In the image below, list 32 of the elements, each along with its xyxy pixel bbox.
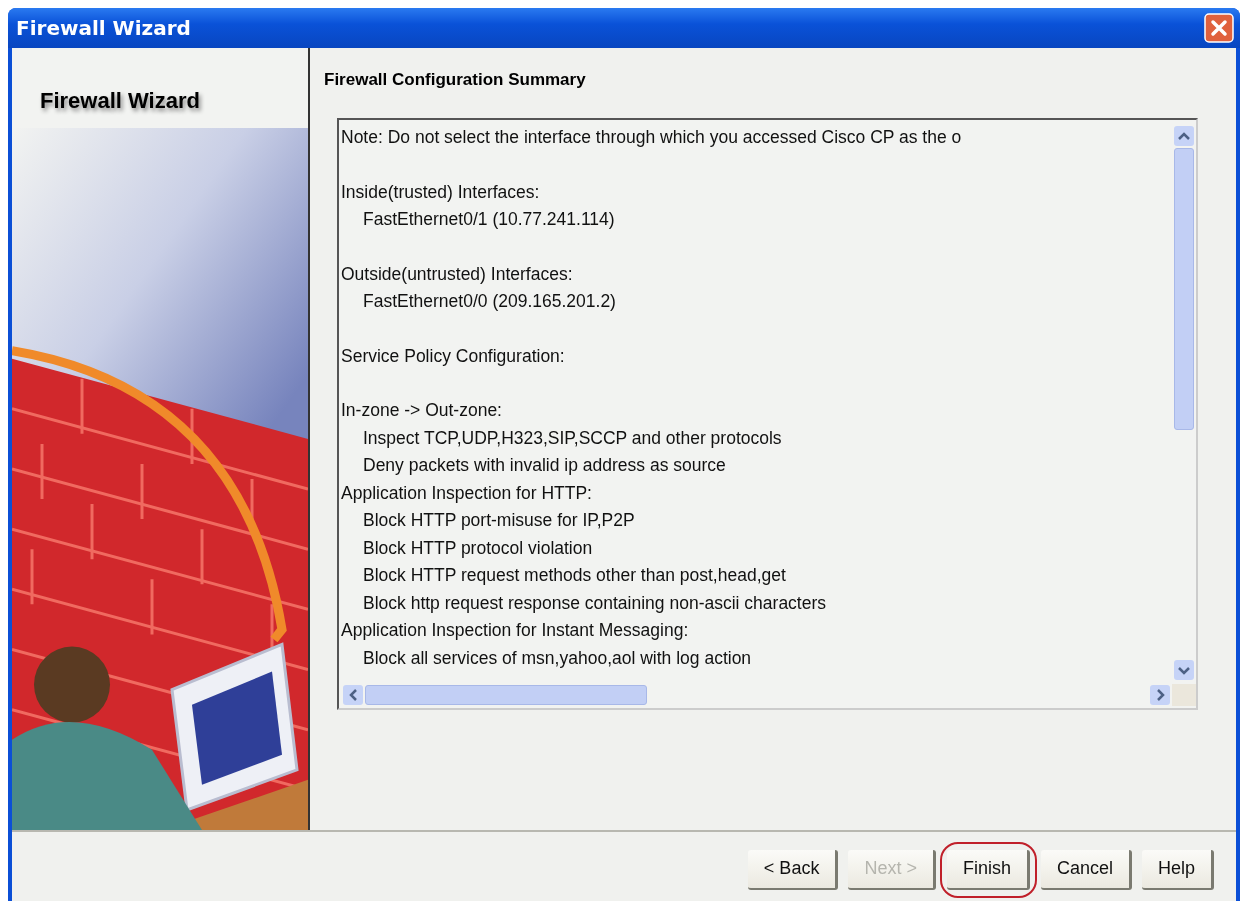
summary-line: Inside(trusted) Interfaces: xyxy=(341,180,541,204)
summary-line: Block HTTP protocol violation xyxy=(362,536,594,560)
sidebar-title: Firewall Wizard xyxy=(39,87,201,115)
summary-line: Service Policy Configuration: xyxy=(341,344,566,368)
summary-line: Application Inspection for HTTP: xyxy=(341,481,593,505)
wizard-button[interactable]: Cancel xyxy=(1040,849,1132,890)
summary-line: FastEthernet0/0 (209.165.201.2) xyxy=(362,290,617,313)
scroll-right-icon[interactable] xyxy=(1150,685,1170,705)
wizard-button[interactable]: Finish xyxy=(946,849,1030,890)
window-title: Firewall Wizard xyxy=(16,16,191,40)
scroll-thumb[interactable] xyxy=(1174,148,1194,430)
summary-line: FastEthernet0/1 (10.77.241.114) xyxy=(362,208,616,231)
scroll-up-icon[interactable] xyxy=(1174,126,1194,146)
summary-line: Application Inspection for Instant Messaging: xyxy=(341,619,690,642)
summary-line: Note: Do not select the interface through which you accessed Cisco CP as the o xyxy=(341,126,963,149)
summary-line: Block HTTP port-misuse for IP,P2P xyxy=(362,509,636,532)
scroll-down-icon[interactable] xyxy=(1174,660,1194,680)
summary-line: Block HTTP request methods other than post,head,get xyxy=(362,564,787,587)
summary-line: Block http request response containing non-ascii characters xyxy=(362,591,828,615)
summary-line: Block all services of msn,yahoo,aol with log action xyxy=(362,646,753,670)
scrollbar-corner xyxy=(1172,684,1196,706)
wizard-button[interactable]: < Back xyxy=(747,849,839,890)
wizard-button[interactable]: Help xyxy=(1141,849,1214,890)
page-title: Firewall Configuration Summary xyxy=(324,70,587,90)
summary-text-area[interactable] xyxy=(337,118,1198,710)
summary-line: In-zone -> Out-zone: xyxy=(341,399,503,422)
scroll-thumb[interactable] xyxy=(365,685,647,705)
close-icon[interactable] xyxy=(1204,13,1234,43)
scroll-left-icon[interactable] xyxy=(343,685,363,705)
summary-line: Inspect TCP,UDP,H323,SIP,SCCP and other protocols xyxy=(362,426,783,450)
summary-line: Deny packets with invalid ip address as source xyxy=(362,454,727,477)
summary-line: Outside(untrusted) Interfaces: xyxy=(341,262,574,286)
